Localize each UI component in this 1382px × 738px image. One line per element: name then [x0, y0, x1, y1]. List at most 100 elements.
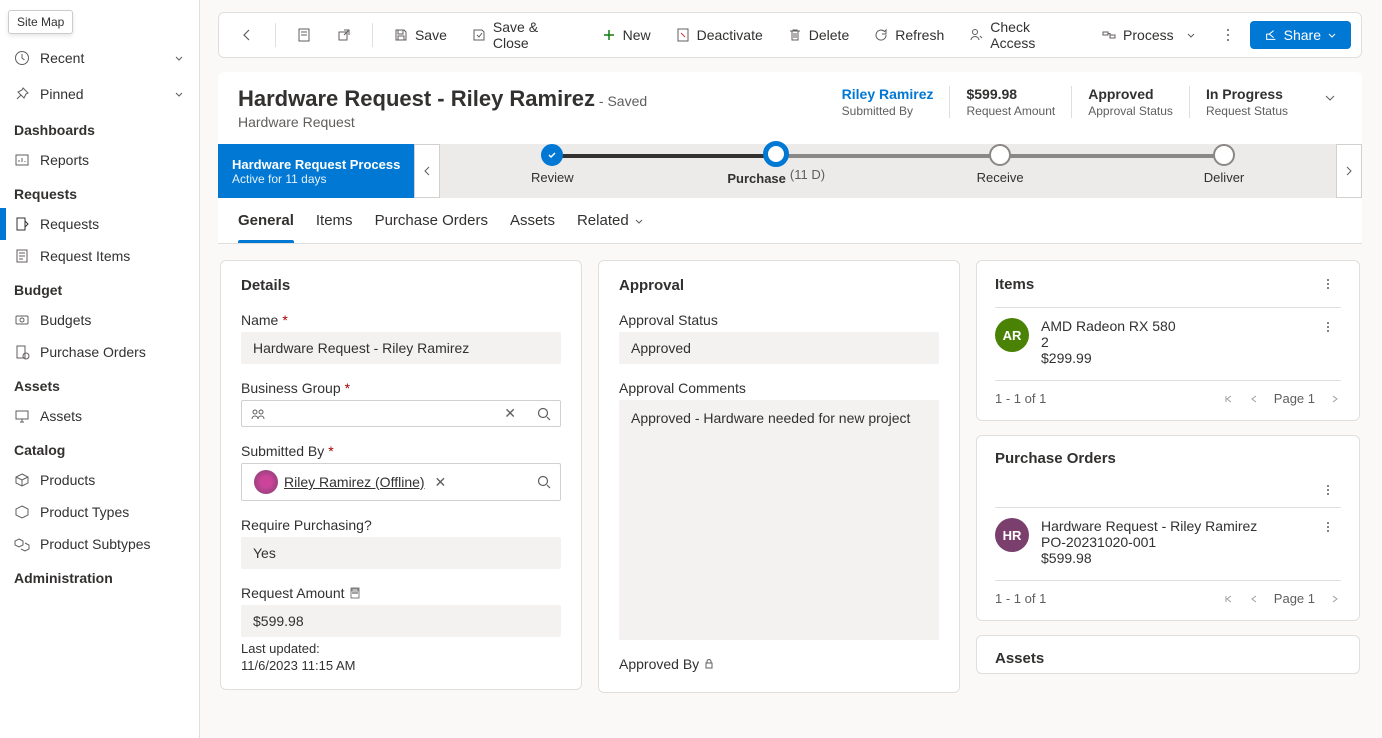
stage-label: Receive — [977, 170, 1024, 185]
business-group-lookup[interactable]: ✕ — [241, 400, 561, 427]
require-purchasing-field[interactable]: Yes — [241, 537, 561, 569]
process-next-button[interactable] — [1336, 144, 1362, 198]
approval-comments-field[interactable]: Approved - Hardware needed for new proje… — [619, 400, 939, 640]
pin-icon — [14, 86, 30, 102]
process-button[interactable]: Process — [1091, 21, 1206, 49]
tab-label: General — [238, 212, 294, 229]
cmd-label: Save & Close — [493, 19, 577, 51]
save-close-button[interactable]: Save & Close — [461, 13, 587, 57]
sidebar-item-purchase-orders[interactable]: Purchase Orders — [0, 336, 199, 368]
request-items-icon — [14, 248, 30, 264]
right-column: Items AR AMD Radeon RX 580 2 $299.99 1 -… — [976, 260, 1360, 674]
process-stages: Review Purchase(11 D) Receive Deliver — [440, 144, 1336, 198]
tab-purchase-orders[interactable]: Purchase Orders — [375, 198, 488, 243]
cmd-label: Process — [1123, 27, 1174, 43]
cmd-label: Refresh — [895, 27, 944, 43]
stage-purchase[interactable]: Purchase(11 D) — [664, 157, 888, 186]
section-catalog: Catalog — [0, 432, 199, 464]
sidebar-pinned[interactable]: Pinned — [0, 76, 199, 112]
sidebar-item-assets[interactable]: Assets — [0, 400, 199, 432]
save-icon — [393, 27, 409, 43]
sidebar-item-budgets[interactable]: Budgets — [0, 304, 199, 336]
panel-title: Details — [241, 277, 561, 294]
tab-general[interactable]: General — [238, 198, 294, 243]
sidebar-item-product-types[interactable]: Product Types — [0, 496, 199, 528]
sidebar-item-product-subtypes[interactable]: Product Subtypes — [0, 528, 199, 560]
process-prev-button[interactable] — [414, 144, 440, 198]
more-button[interactable] — [1315, 481, 1341, 499]
submitted-by-value[interactable]: Riley Ramirez (Offline) — [284, 474, 425, 490]
delete-button[interactable]: Delete — [777, 21, 859, 49]
search-icon[interactable] — [536, 406, 552, 422]
pager-prev-icon[interactable] — [1248, 593, 1260, 605]
clear-icon[interactable]: ✕ — [435, 474, 447, 491]
lock-icon — [703, 658, 715, 670]
request-amount-field[interactable]: $599.98 — [241, 605, 561, 637]
form-tabs: General Items Purchase Orders Assets Rel… — [218, 198, 1362, 244]
stage-review[interactable]: Review — [440, 158, 664, 185]
share-button[interactable]: Share — [1250, 21, 1351, 49]
cmd-label: Deactivate — [697, 27, 763, 43]
form-selector-button[interactable] — [286, 21, 322, 49]
name-field[interactable]: Hardware Request - Riley Ramirez — [241, 332, 561, 364]
plus-icon — [601, 27, 617, 43]
deactivate-button[interactable]: Deactivate — [665, 21, 773, 49]
approved-by-label: Approved By — [619, 656, 699, 672]
process-label[interactable]: Hardware Request Process Active for 11 d… — [218, 144, 414, 198]
header-submitted-by-value[interactable]: Riley Ramirez — [842, 86, 934, 102]
back-button[interactable] — [229, 21, 265, 49]
item-more-button[interactable] — [1315, 518, 1341, 536]
chevron-down-icon — [633, 215, 645, 227]
form-icon — [296, 27, 312, 43]
tab-items[interactable]: Items — [316, 198, 353, 243]
pager-page: Page 1 — [1274, 591, 1315, 606]
tab-assets[interactable]: Assets — [510, 198, 555, 243]
list-item[interactable]: AR AMD Radeon RX 580 2 $299.99 — [995, 307, 1341, 372]
pager-prev-icon[interactable] — [1248, 393, 1260, 405]
open-new-window-button[interactable] — [326, 21, 362, 49]
stage-days: (11 D) — [790, 167, 825, 186]
calculator-icon — [349, 587, 361, 599]
cmd-label: Share — [1284, 27, 1321, 43]
list-item[interactable]: HR Hardware Request - Riley Ramirez PO-2… — [995, 507, 1341, 572]
cmd-label: Delete — [809, 27, 849, 43]
clear-icon[interactable]: ✕ — [504, 405, 516, 422]
save-button[interactable]: Save — [383, 21, 457, 49]
header-amount-label: Request Amount — [966, 104, 1055, 118]
item-more-button[interactable] — [1315, 318, 1341, 336]
tab-label: Related — [577, 212, 629, 229]
pager-first-icon[interactable] — [1222, 593, 1234, 605]
business-group-label: Business Group — [241, 380, 341, 396]
header-status-label: Request Status — [1206, 104, 1288, 118]
sidebar: Site Map Recent Pinned Dashboards Report… — [0, 0, 200, 738]
header-expand-button[interactable] — [1318, 86, 1342, 110]
trash-icon — [787, 27, 803, 43]
stage-deliver[interactable]: Deliver — [1112, 158, 1336, 185]
submitted-by-lookup[interactable]: Riley Ramirez (Offline) ✕ — [241, 463, 561, 501]
po-icon — [14, 344, 30, 360]
process-bar: Hardware Request Process Active for 11 d… — [218, 144, 1362, 198]
stage-receive[interactable]: Receive — [888, 158, 1112, 185]
sidebar-item-requests[interactable]: Requests — [0, 208, 199, 240]
more-button[interactable] — [1315, 275, 1341, 293]
stage-label: Review — [531, 170, 574, 185]
card-title: Assets — [995, 650, 1341, 667]
refresh-button[interactable]: Refresh — [863, 21, 954, 49]
tab-related[interactable]: Related — [577, 198, 645, 243]
header-submitted-by-label: Submitted By — [842, 104, 934, 118]
sidebar-recent[interactable]: Recent — [0, 40, 199, 76]
sidebar-item-products[interactable]: Products — [0, 464, 199, 496]
approval-status-field[interactable]: Approved — [619, 332, 939, 364]
pager-first-icon[interactable] — [1222, 393, 1234, 405]
overflow-button[interactable] — [1210, 21, 1246, 49]
sidebar-item-label: Product Types — [40, 504, 185, 520]
check-access-button[interactable]: Check Access — [958, 13, 1087, 57]
items-card: Items AR AMD Radeon RX 580 2 $299.99 1 -… — [976, 260, 1360, 421]
sidebar-item-request-items[interactable]: Request Items — [0, 240, 199, 272]
pager-next-icon[interactable] — [1329, 593, 1341, 605]
pager-next-icon[interactable] — [1329, 393, 1341, 405]
search-icon[interactable] — [536, 474, 552, 490]
new-button[interactable]: New — [591, 21, 661, 49]
sidebar-item-reports[interactable]: Reports — [0, 144, 199, 176]
last-updated-label: Last updated: — [241, 641, 561, 656]
